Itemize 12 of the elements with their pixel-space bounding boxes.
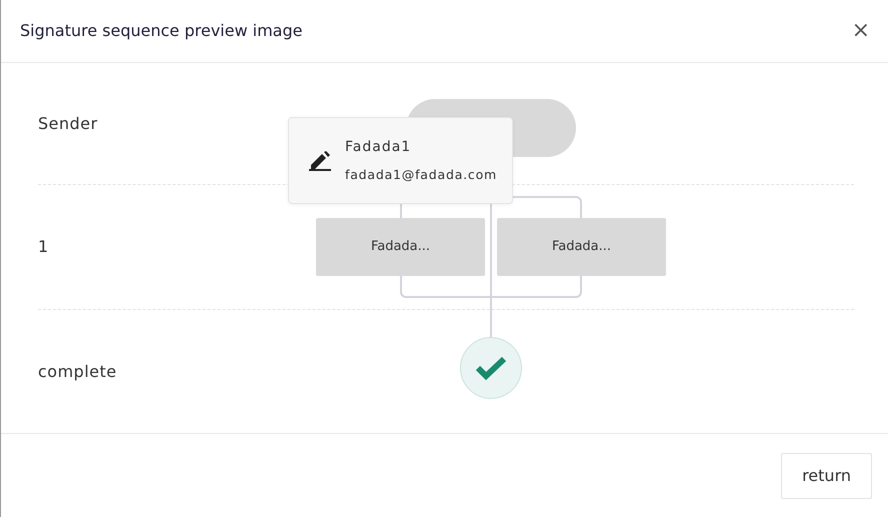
pen-icon	[309, 150, 331, 170]
signer-name: Fadada1	[345, 138, 412, 157]
row-label: complete	[38, 361, 117, 383]
return-button[interactable]: return	[781, 452, 872, 498]
row-label: 1	[38, 236, 49, 258]
dialog-title: Signature sequence preview image	[20, 20, 302, 42]
check-icon	[475, 356, 507, 380]
close-button[interactable]: ×	[850, 20, 872, 42]
signer-node: Fadada...	[497, 218, 666, 276]
row-label: Sender	[38, 112, 98, 134]
signer-node: Fadada...	[316, 218, 485, 276]
signer-email: fadada1@fadada.com	[345, 166, 498, 184]
